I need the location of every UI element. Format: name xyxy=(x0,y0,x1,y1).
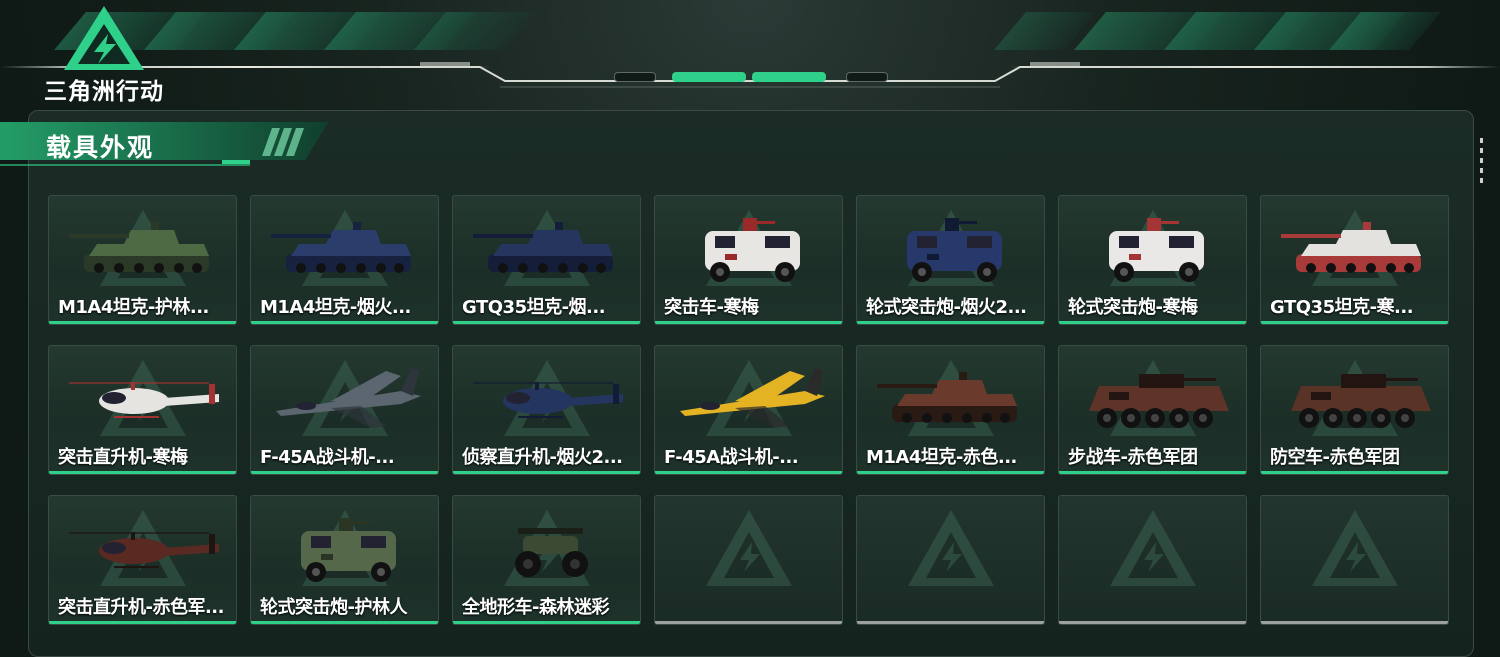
watermark-logo-icon xyxy=(1311,510,1398,586)
vehicle-skin-card[interactable]: GTQ35坦克-烟... xyxy=(452,195,641,325)
vehicle-skin-card[interactable]: 侦察直升机-烟火2... xyxy=(452,345,641,475)
vehicle-image xyxy=(276,368,421,428)
vehicle-image xyxy=(473,382,623,418)
watermark-logo-icon xyxy=(907,510,994,586)
watermark-logo-icon xyxy=(705,510,792,586)
vehicle-skin-card[interactable]: M1A4坦克-赤色... xyxy=(856,345,1045,475)
vehicle-skin-name: 全地形车-森林迷彩 xyxy=(462,597,609,618)
vehicle-skin-card[interactable]: 防空车-赤色军团 xyxy=(1260,345,1449,475)
vehicle-skin-name: 轮式突击炮-寒梅 xyxy=(1068,297,1198,318)
rarity-bar xyxy=(655,621,842,624)
vehicle-skin-card[interactable]: GTQ35坦克-寒... xyxy=(1260,195,1449,325)
page-indicator-active[interactable] xyxy=(752,72,826,82)
vehicle-skin-card[interactable]: 突击直升机-寒梅 xyxy=(48,345,237,475)
vehicle-skin-card[interactable]: 轮式突击炮-烟火2... xyxy=(856,195,1045,325)
rarity-bar xyxy=(453,621,640,624)
vehicle-skin-card[interactable]: M1A4坦克-烟火... xyxy=(250,195,439,325)
vehicle-image xyxy=(515,528,588,577)
vehicle-image xyxy=(1089,374,1229,428)
vehicle-skin-name: 步战车-赤色军团 xyxy=(1068,447,1198,468)
rarity-bar xyxy=(857,621,1044,624)
vehicle-image xyxy=(473,222,613,273)
vehicle-skin-name: 突击直升机-寒梅 xyxy=(58,447,188,468)
page-indicator-active[interactable] xyxy=(672,72,746,82)
rarity-bar xyxy=(857,321,1044,324)
vehicle-image xyxy=(69,222,209,273)
vehicle-image xyxy=(907,218,1002,282)
vehicle-skin-name: 突击车-寒梅 xyxy=(664,297,759,318)
vehicle-skin-name: 防空车-赤色军团 xyxy=(1270,447,1400,468)
vehicle-skin-name: M1A4坦克-护林... xyxy=(58,297,209,318)
vehicle-skin-name: 轮式突击炮-护林人 xyxy=(260,597,407,618)
vehicle-skin-card[interactable]: 全地形车-森林迷彩 xyxy=(452,495,641,625)
vehicle-image xyxy=(69,532,219,568)
scrollbar-indicator[interactable] xyxy=(1480,138,1484,188)
top-header: 三角洲行动 xyxy=(0,0,1500,104)
rarity-bar xyxy=(251,471,438,474)
rarity-bar xyxy=(1261,321,1448,324)
vehicle-skin-name: F-45A战斗机-... xyxy=(664,447,799,468)
vehicle-skin-card[interactable]: 步战车-赤色军团 xyxy=(1058,345,1247,475)
vehicle-skin-name: GTQ35坦克-寒... xyxy=(1270,297,1414,318)
rarity-bar xyxy=(655,471,842,474)
rarity-bar xyxy=(251,321,438,324)
rarity-bar xyxy=(49,321,236,324)
rarity-bar xyxy=(1059,471,1246,474)
vehicle-skin-name: GTQ35坦克-烟... xyxy=(462,297,606,318)
rarity-bar xyxy=(49,621,236,624)
empty-skin-slot[interactable] xyxy=(654,495,843,625)
vehicle-image xyxy=(1109,218,1204,282)
vehicle-image xyxy=(69,382,219,418)
panel-title: 载具外观 xyxy=(46,133,155,162)
page-indicator[interactable] xyxy=(846,72,888,82)
vehicle-image xyxy=(705,218,800,282)
rarity-bar xyxy=(49,471,236,474)
vehicle-skin-grid: M1A4坦克-护林... M1A4坦克-烟火... GTQ35坦克-烟... 突… xyxy=(48,195,1450,625)
rarity-bar xyxy=(857,471,1044,474)
empty-skin-slot[interactable] xyxy=(856,495,1045,625)
logo-text: 三角洲行动 xyxy=(44,78,164,104)
rarity-bar xyxy=(655,321,842,324)
vehicle-image xyxy=(1291,374,1431,428)
vehicle-skin-card[interactable]: F-45A战斗机-... xyxy=(250,345,439,475)
vehicle-skin-card[interactable]: 突击车-寒梅 xyxy=(654,195,843,325)
vehicle-image xyxy=(680,368,825,428)
empty-skin-slot[interactable] xyxy=(1260,495,1449,625)
watermark-logo-icon xyxy=(1109,510,1196,586)
vehicle-skin-name: M1A4坦克-烟火... xyxy=(260,297,411,318)
rarity-bar xyxy=(251,621,438,624)
vehicle-image xyxy=(301,518,396,582)
vehicle-skin-card[interactable]: 轮式突击炮-护林人 xyxy=(250,495,439,625)
vehicle-skin-name: F-45A战斗机-... xyxy=(260,447,395,468)
vehicle-image xyxy=(877,372,1017,423)
rarity-bar xyxy=(453,321,640,324)
rarity-bar xyxy=(453,471,640,474)
vehicle-skin-card[interactable]: M1A4坦克-护林... xyxy=(48,195,237,325)
empty-skin-slot[interactable] xyxy=(1058,495,1247,625)
rarity-bar xyxy=(1059,621,1246,624)
vehicle-skin-card[interactable]: 轮式突击炮-寒梅 xyxy=(1058,195,1247,325)
vehicle-skin-name: 侦察直升机-烟火2... xyxy=(462,447,623,468)
vehicle-skin-card[interactable]: F-45A战斗机-... xyxy=(654,345,843,475)
header-frame xyxy=(380,62,1120,88)
rarity-bar xyxy=(1261,621,1448,624)
vehicle-skin-name: M1A4坦克-赤色... xyxy=(866,447,1017,468)
vehicle-image xyxy=(271,222,411,273)
vehicle-skin-name: 轮式突击炮-烟火2... xyxy=(866,297,1027,318)
vehicle-image xyxy=(1281,222,1421,273)
rarity-bar xyxy=(1059,321,1246,324)
page-indicator[interactable] xyxy=(614,72,656,82)
rarity-bar xyxy=(1261,471,1448,474)
vehicle-skin-name: 突击直升机-赤色军... xyxy=(58,597,224,618)
vehicle-skin-card[interactable]: 突击直升机-赤色军... xyxy=(48,495,237,625)
